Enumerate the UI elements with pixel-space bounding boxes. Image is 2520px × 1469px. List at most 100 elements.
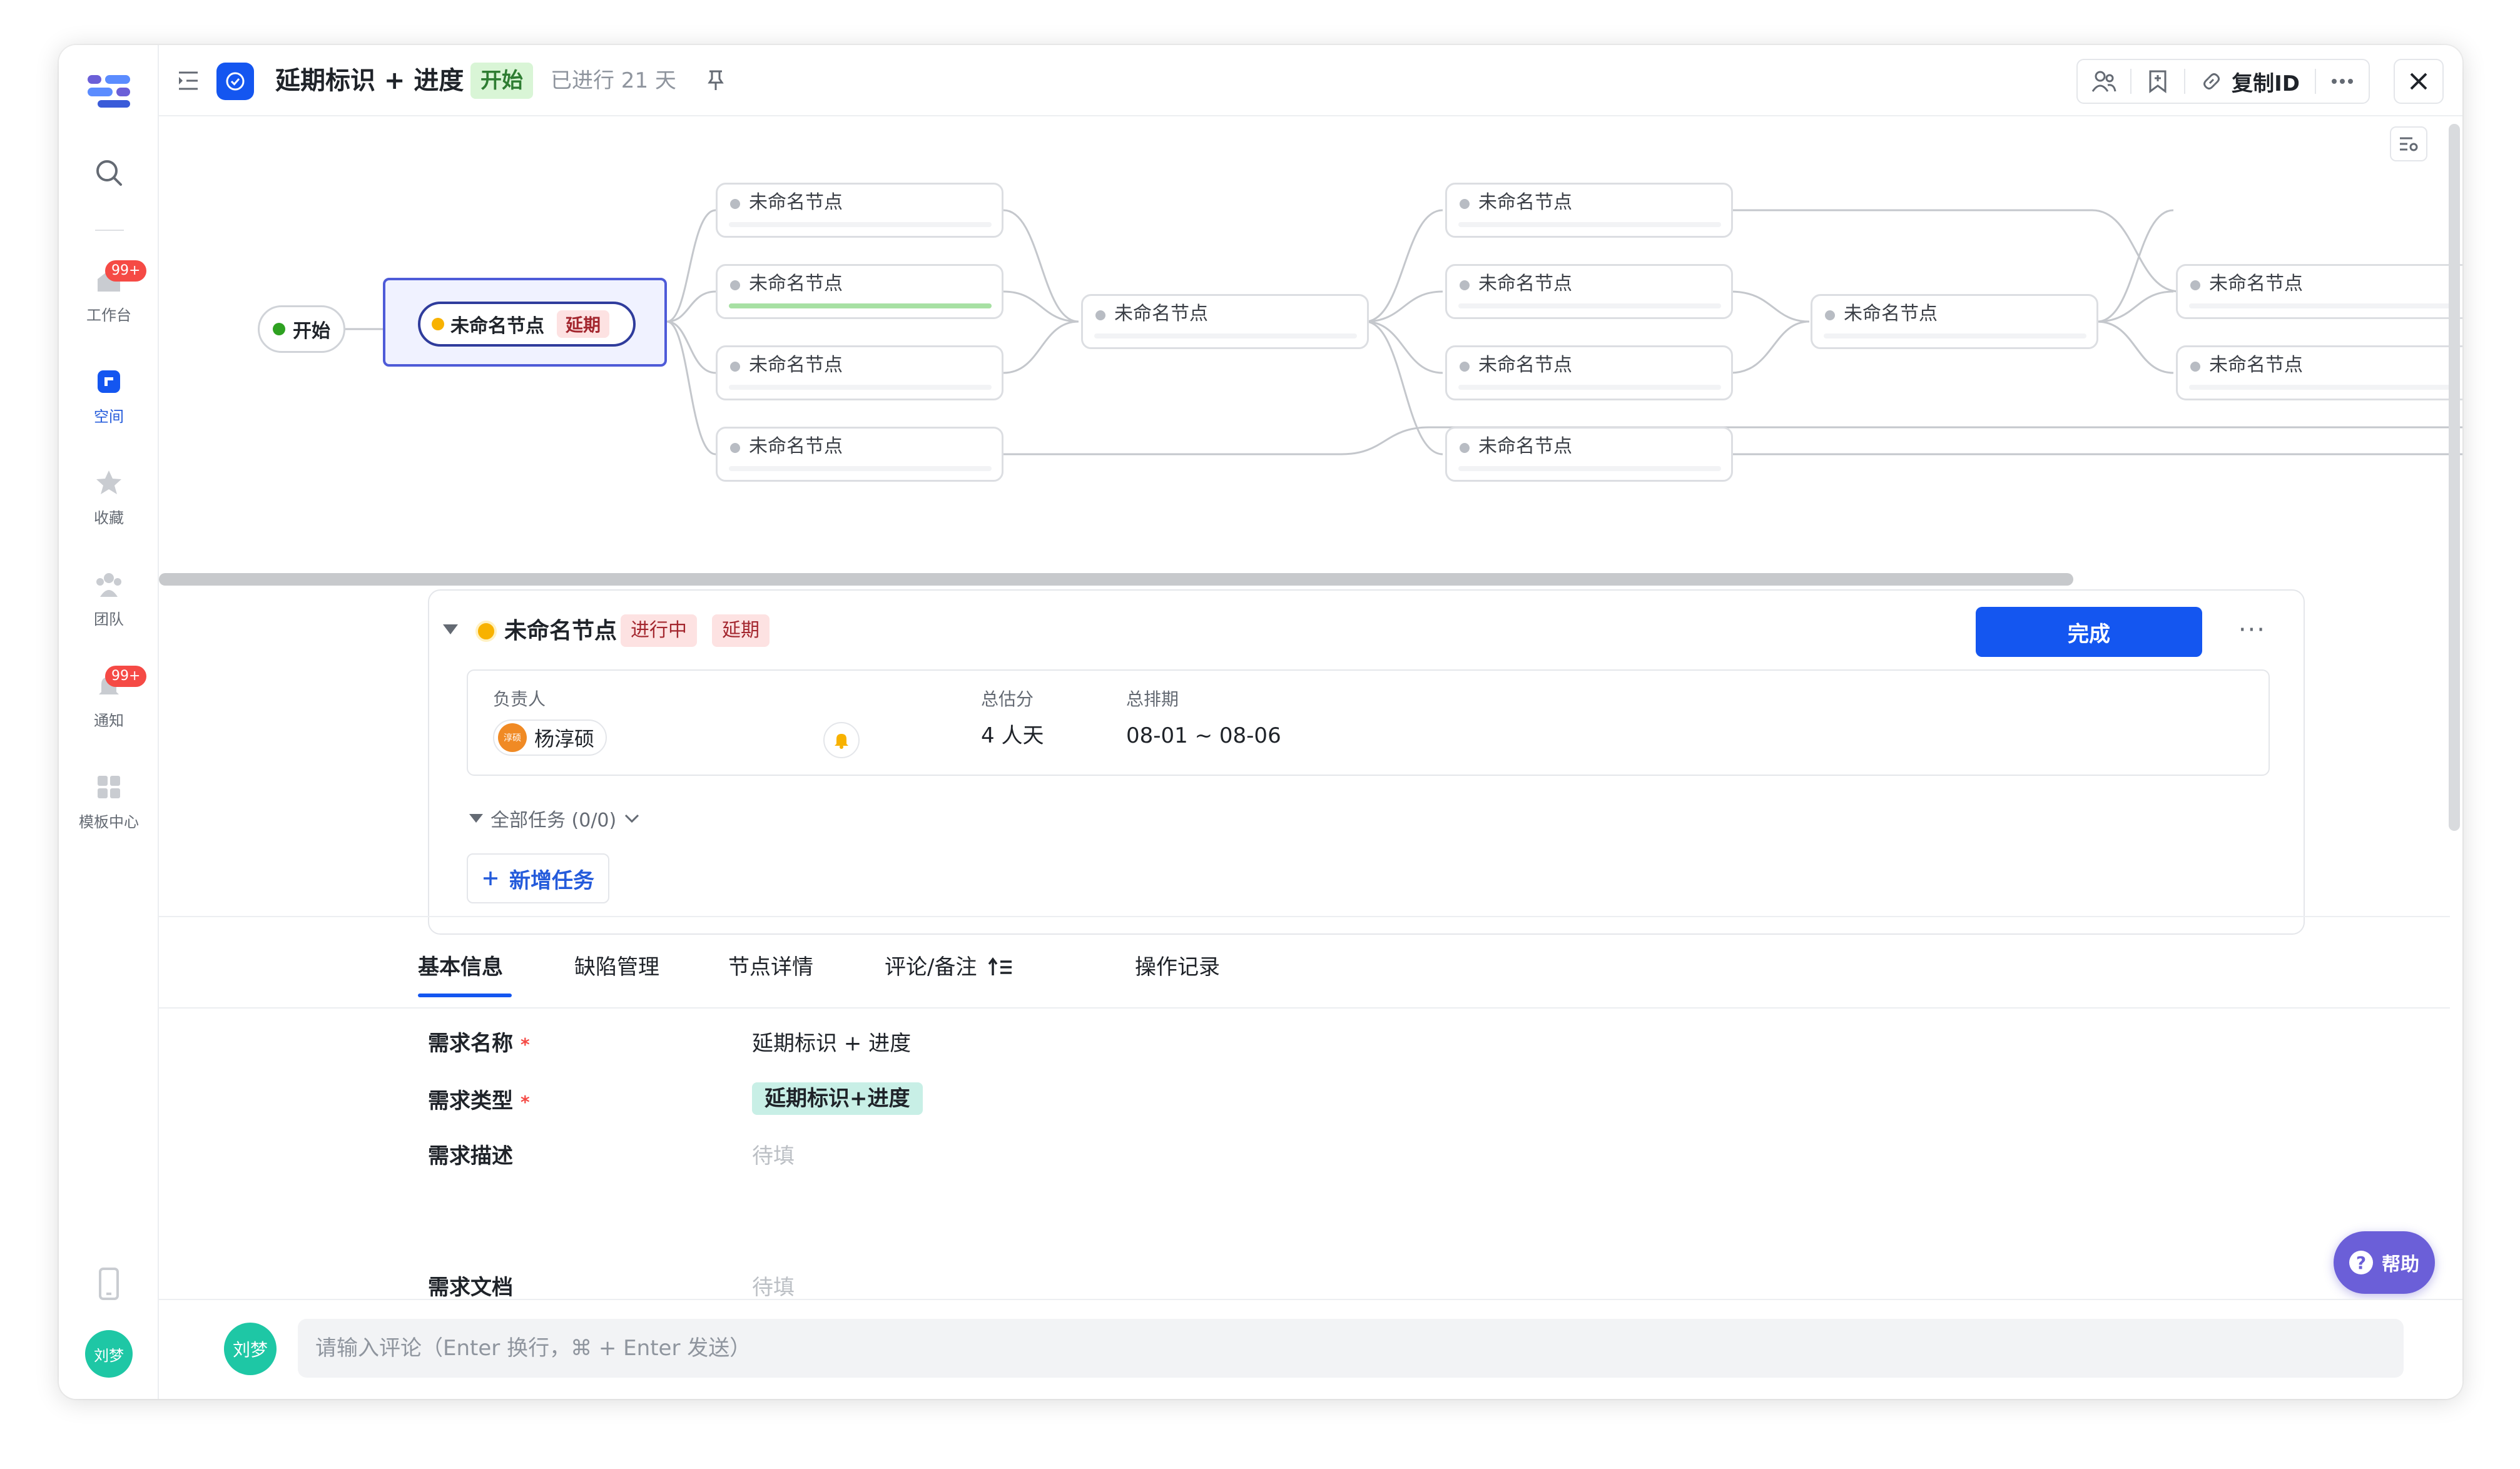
node-dot xyxy=(730,280,740,290)
close-button[interactable] xyxy=(2394,59,2444,104)
complete-button[interactable]: 完成 xyxy=(1976,607,2202,657)
assignee-chip[interactable]: 淳硕 杨淳硕 xyxy=(493,719,607,756)
node-dot xyxy=(730,199,740,209)
flow-canvas[interactable]: 开始 未命名节点 延期 未命名节点 未命名节点 未命名节点 未命名节点 未命名节… xyxy=(159,118,2462,831)
rail-item-label: 模板中心 xyxy=(79,813,139,831)
tab-comments[interactable]: 评论/备注 xyxy=(885,948,1013,986)
node-dot xyxy=(1460,280,1470,290)
flow-node[interactable]: 未命名节点 xyxy=(1811,294,2098,349)
flow-node[interactable]: 未命名节点 xyxy=(2176,345,2462,400)
page-title: 延期标识 + 进度 xyxy=(275,66,464,95)
flow-node[interactable]: 未命名节点 xyxy=(1445,183,1733,238)
add-task-button[interactable]: 新增任务 xyxy=(467,853,609,903)
rail-item-label: 通知 xyxy=(94,712,124,729)
more-button[interactable] xyxy=(2316,60,2369,103)
flow-node[interactable]: 未命名节点 xyxy=(1445,345,1733,400)
node-progress-bar xyxy=(1458,385,1721,390)
search-icon[interactable] xyxy=(94,158,124,188)
rail-item-workbench[interactable]: 99+ 工作台 xyxy=(59,260,159,325)
bell-icon xyxy=(835,734,848,749)
rail-item-templates[interactable]: 模板中心 xyxy=(59,772,159,831)
document-field-value[interactable]: 待填 xyxy=(752,1270,795,1301)
rail-item-label: 工作台 xyxy=(86,307,131,324)
node-progress-bar xyxy=(2189,385,2460,390)
rail-item-team[interactable]: 团队 xyxy=(59,569,159,629)
node-label: 未命名节点 xyxy=(749,191,843,213)
user-avatar[interactable]: 刘梦 xyxy=(85,1330,133,1378)
flow-node[interactable]: 未命名节点 xyxy=(1445,427,1733,482)
all-tasks-toggle[interactable]: 全部任务 (0/0) xyxy=(469,805,640,832)
caret-down-icon xyxy=(469,814,483,823)
node-progress-bar xyxy=(729,222,992,227)
node-label: 未命名节点 xyxy=(2209,273,2303,295)
help-label: 帮助 xyxy=(2382,1254,2419,1276)
selected-flow-node[interactable]: 未命名节点 延期 xyxy=(418,302,636,347)
assignee-name: 杨淳硕 xyxy=(534,727,595,751)
node-progress-bar xyxy=(1458,466,1721,471)
pin-icon[interactable] xyxy=(703,68,728,93)
node-label: 未命名节点 xyxy=(1844,303,1938,325)
flow-node[interactable]: 未命名节点 xyxy=(716,183,1003,238)
node-dot xyxy=(2190,362,2200,372)
flow-node[interactable]: 未命名节点 xyxy=(716,264,1003,319)
comment-input[interactable] xyxy=(298,1319,2404,1378)
card-more-icon[interactable]: ··· xyxy=(2238,616,2266,644)
node-progress-bar xyxy=(1458,222,1721,227)
name-field-value[interactable]: 延期标识 + 进度 xyxy=(752,1026,911,1057)
more-dots-icon xyxy=(2332,79,2353,84)
flow-node[interactable]: 未命名节点 xyxy=(716,427,1003,482)
header-toolbar: 复制ID xyxy=(2076,59,2370,104)
tab-operation-log[interactable]: 操作记录 xyxy=(1135,948,1220,986)
canvas-settings-button[interactable] xyxy=(2390,126,2427,161)
vertical-scrollbar[interactable] xyxy=(2449,124,2460,831)
rail-item-space[interactable]: 空间 xyxy=(59,367,159,426)
node-dot xyxy=(1460,199,1470,209)
tab-defects[interactable]: 缺陷管理 xyxy=(574,948,659,986)
node-label: 未命名节点 xyxy=(749,354,843,376)
tab-node-details[interactable]: 节点详情 xyxy=(728,948,813,986)
team-icon xyxy=(96,573,121,597)
description-field-value[interactable]: 待填 xyxy=(752,1139,795,1169)
name-field-label: 需求名称 * xyxy=(428,1031,530,1056)
header: 延期标识 + 进度 开始 已进行 21 天 复制ID xyxy=(159,45,2462,116)
check-circle-icon xyxy=(226,72,245,91)
type-field-value[interactable]: 延期标识+进度 xyxy=(752,1081,923,1115)
estimate-value: 4 人天 xyxy=(981,723,1044,748)
app-logo-icon[interactable] xyxy=(88,71,131,109)
horizontal-scrollbar[interactable] xyxy=(159,573,2073,586)
rail-item-favorites[interactable]: 收藏 xyxy=(59,468,159,527)
rail-item-notifications[interactable]: 99+ 通知 xyxy=(59,666,159,730)
node-label: 未命名节点 xyxy=(2209,354,2303,376)
copy-id-label: 复制ID xyxy=(2232,71,2300,96)
members-button[interactable] xyxy=(2078,60,2130,103)
status-badge[interactable]: 开始 xyxy=(470,63,533,99)
flow-node[interactable]: 未命名节点 xyxy=(1081,294,1369,349)
bookmark-button[interactable] xyxy=(2131,60,2184,103)
mobile-icon[interactable] xyxy=(95,1268,123,1300)
node-dot xyxy=(1460,443,1470,453)
sort-icon[interactable] xyxy=(988,957,1013,978)
copy-id-button[interactable]: 复制ID xyxy=(2185,60,2315,103)
flow-node[interactable]: 未命名节点 xyxy=(716,345,1003,400)
node-name: 未命名节点 xyxy=(504,618,617,644)
selected-node-label: 未命名节点 xyxy=(450,315,544,337)
node-dot xyxy=(1460,362,1470,372)
flow-node[interactable]: 未命名节点 xyxy=(1445,264,1733,319)
remind-button[interactable] xyxy=(823,722,860,758)
help-button[interactable]: ? 帮助 xyxy=(2334,1231,2435,1294)
node-label: 未命名节点 xyxy=(1478,354,1572,376)
flow-start-node[interactable]: 开始 xyxy=(258,305,345,353)
comment-avatar: 刘梦 xyxy=(224,1323,277,1375)
tab-basic-info[interactable]: 基本信息 xyxy=(418,948,503,986)
flow-node[interactable]: 未命名节点 xyxy=(2176,264,2462,319)
collapse-caret-icon[interactable] xyxy=(443,624,458,634)
comment-bar: 刘梦 xyxy=(159,1299,2462,1399)
bookmark-icon xyxy=(2149,70,2167,93)
node-label: 未命名节点 xyxy=(1478,273,1572,295)
rail-item-label: 收藏 xyxy=(94,509,124,527)
sidebar-toggle-icon[interactable] xyxy=(176,70,200,91)
schedule-value[interactable]: 08-01 ~ 08-06 xyxy=(1126,721,1281,751)
assignee-label: 负责人 xyxy=(493,689,546,709)
schedule-label: 总排期 xyxy=(1126,689,1179,709)
plus-icon xyxy=(484,872,497,885)
